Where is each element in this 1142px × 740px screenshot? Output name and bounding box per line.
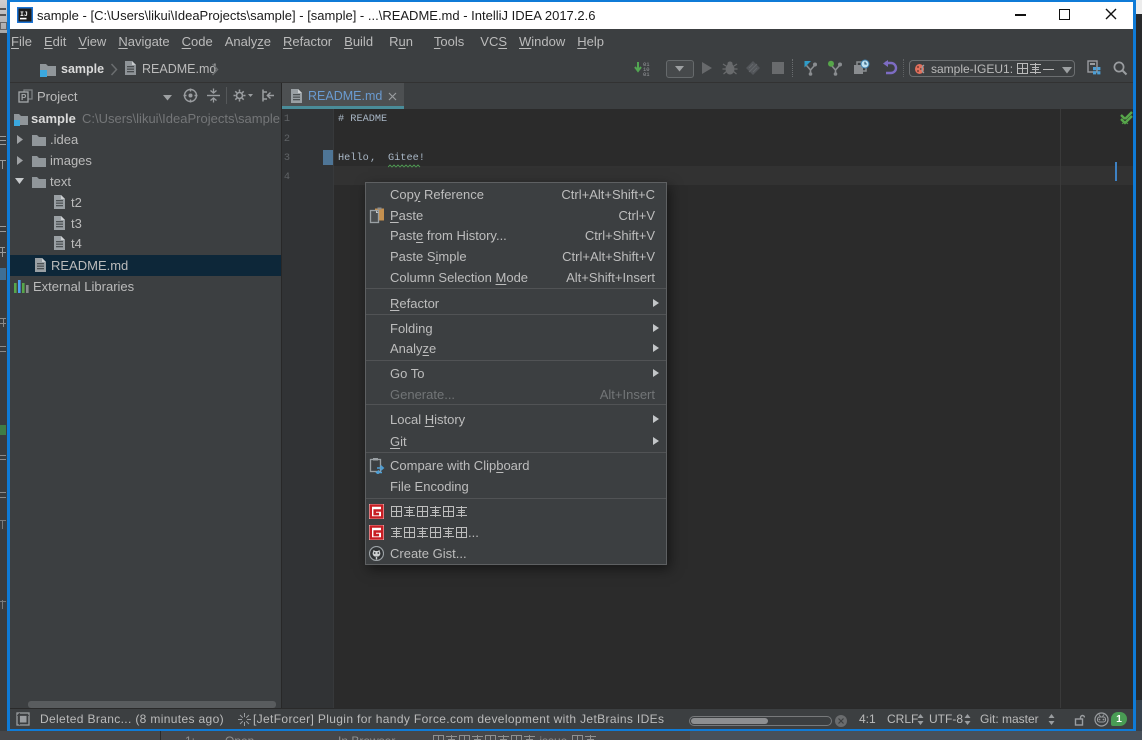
svg-text:01: 01 [643,71,650,78]
svg-text:IJ: IJ [20,11,28,18]
svg-text:P: P [21,93,27,102]
